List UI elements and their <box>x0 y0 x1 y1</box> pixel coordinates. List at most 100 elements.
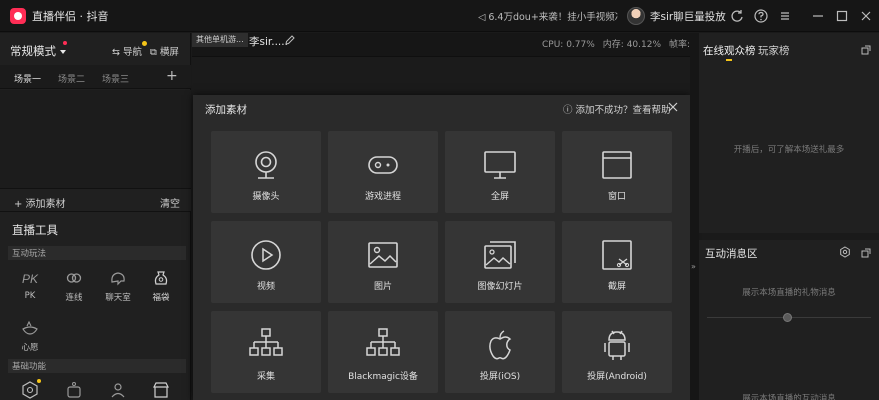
android-icon <box>599 327 635 363</box>
close-window-icon[interactable] <box>858 8 874 24</box>
tab-scene-1[interactable]: 场景一 <box>14 72 41 85</box>
add-source-dialog: 添加素材 ⓘ 添加不成功？查看帮助 摄像头 游戏进程 全屏 窗口 视频 图片 图… <box>193 95 690 400</box>
slider-handle[interactable] <box>783 313 792 322</box>
interaction-messages-panel: 互动消息区 展示本场直播的礼物消息 展示本场直播的互动消息 <box>699 240 879 400</box>
slideshow-icon <box>482 237 518 273</box>
tile-slideshow-label: 图像幻灯片 <box>477 282 523 292</box>
tool-link[interactable]: 连线 <box>56 268 92 308</box>
shop-icon <box>151 380 171 400</box>
tile-screenshot[interactable]: 截屏 <box>562 221 672 303</box>
messages-popout-icon[interactable] <box>861 248 871 258</box>
help-icon[interactable] <box>753 8 769 24</box>
tool-chatroom[interactable]: 聊天室 <box>100 268 136 308</box>
menu-icon[interactable] <box>777 8 793 24</box>
tile-window[interactable]: 窗口 <box>562 131 672 213</box>
room-category-tag[interactable]: 其他单机游... <box>192 33 248 47</box>
tile-image[interactable]: 图片 <box>328 221 438 303</box>
tile-camera[interactable]: 摄像头 <box>211 131 321 213</box>
room-title: 李sir..... <box>249 36 288 48</box>
viewer-ranking-panel: 在线观众榜 玩家榜 开播后，可了解本场送礼最多 <box>699 33 879 233</box>
gift-messages-empty-text: 展示本场直播的礼物消息 <box>742 288 836 298</box>
tool-shop[interactable] <box>143 380 179 400</box>
tile-game-process[interactable]: 游戏进程 <box>328 131 438 213</box>
guide-badge <box>142 41 147 46</box>
tile-blackmagic[interactable]: Blackmagic设备 <box>328 311 438 393</box>
blackmagic-icon <box>365 327 401 363</box>
robot-icon <box>64 380 84 400</box>
tool-user[interactable] <box>100 380 136 400</box>
user-icon <box>108 380 128 400</box>
minimize-icon[interactable] <box>810 8 826 24</box>
add-scene-button[interactable]: + <box>166 68 178 84</box>
tile-capture-label: 采集 <box>256 372 275 382</box>
scene-mode-dropdown[interactable]: 常规模式 <box>10 43 66 59</box>
left-panel: 常规模式 ⇆ 导航 ⧉ 横屏 场景一 场景二 场景三 + + 添加素材 清空 直… <box>0 33 191 400</box>
guide-label: 导航 <box>123 47 143 58</box>
speaker-icon: ◁ <box>478 12 486 23</box>
tool-settings[interactable] <box>12 380 48 400</box>
popout-icon[interactable] <box>861 45 871 55</box>
help-link[interactable]: ⓘ 添加不成功？查看帮助 <box>563 102 671 116</box>
tool-luckybag-label: 福袋 <box>152 293 170 303</box>
clear-button[interactable]: 清空 <box>160 195 180 210</box>
gear-icon[interactable] <box>839 246 851 258</box>
tab-player-ranking[interactable]: 玩家榜 <box>758 43 790 58</box>
close-icon[interactable] <box>667 101 679 113</box>
wish-icon <box>20 318 40 338</box>
tool-wish-label: 心愿 <box>21 343 39 353</box>
chatroom-icon <box>108 268 128 288</box>
tool-wish[interactable]: 心愿 <box>12 318 48 358</box>
user-name[interactable]: 李sir聊巨量投放 <box>650 9 726 24</box>
performance-stats: CPU: 0.77% 内存: 40.12% 帧率:30 <box>542 37 710 50</box>
chevron-down-icon <box>60 49 66 54</box>
lucky-bag-icon <box>151 268 171 288</box>
dialog-title: 添加素材 <box>205 104 247 116</box>
live-tools-title: 直播工具 <box>12 223 58 237</box>
tile-capture[interactable]: 采集 <box>211 311 321 393</box>
section-interactive: 互动玩法 <box>8 246 186 260</box>
maximize-icon[interactable] <box>834 8 850 24</box>
messages-title: 互动消息区 <box>705 248 758 260</box>
svg-text:PK: PK <box>22 272 39 286</box>
section-interactive-label: 互动玩法 <box>12 249 47 259</box>
landscape-button[interactable]: ⧉ 横屏 <box>150 44 179 58</box>
tile-slideshow[interactable]: 图像幻灯片 <box>445 221 555 303</box>
guide-button[interactable]: ⇆ 导航 <box>112 44 142 58</box>
viewers-empty-text: 开播后，可了解本场送礼最多 <box>733 145 845 155</box>
tile-fullscreen-label: 全屏 <box>490 192 509 202</box>
tile-fullscreen[interactable]: 全屏 <box>445 131 555 213</box>
link-icon <box>64 268 84 288</box>
tool-luckybag[interactable]: 福袋 <box>143 268 179 308</box>
refresh-icon[interactable] <box>729 8 745 24</box>
tab-online-viewers[interactable]: 在线观众榜 <box>703 43 756 58</box>
tab-scene-2[interactable]: 场景二 <box>58 72 85 85</box>
add-source-button[interactable]: + 添加素材 <box>14 195 66 210</box>
announcement-ticker[interactable]: ◁ 6.4万dou+来袭！挂小手视频冲... <box>478 9 618 23</box>
pk-icon: PK <box>20 268 40 288</box>
tool-link-label: 连线 <box>65 293 83 303</box>
avatar[interactable] <box>627 7 645 25</box>
tool-settings-badge <box>37 379 41 383</box>
landscape-label: 横屏 <box>159 47 179 58</box>
tile-video[interactable]: 视频 <box>211 221 321 303</box>
app-logo-icon <box>10 7 26 24</box>
image-icon <box>365 237 401 273</box>
tab-scene-3[interactable]: 场景三 <box>102 72 129 85</box>
apple-icon <box>482 327 518 363</box>
tile-android-cast[interactable]: 投屏(Android) <box>562 311 672 393</box>
tile-screenshot-label: 截屏 <box>607 282 626 292</box>
tile-ios-cast[interactable]: 投屏(iOS) <box>445 311 555 393</box>
edit-icon[interactable] <box>284 34 296 46</box>
collapse-arrow-icon[interactable]: » <box>691 262 696 271</box>
switch-icon: ⇆ <box>112 47 120 58</box>
tool-robot[interactable] <box>56 380 92 400</box>
tool-pk[interactable]: PK PK <box>12 268 48 308</box>
room-info-bar: 其他单机游... 李sir..... CPU: 0.77% 内存: 40.12% 帧… <box>192 33 702 57</box>
tile-video-label: 视频 <box>256 282 275 292</box>
tile-image-label: 图片 <box>373 282 392 292</box>
active-tab-indicator <box>726 59 732 61</box>
panel-divider[interactable] <box>690 33 699 400</box>
scene-header: 常规模式 ⇆ 导航 ⧉ 横屏 <box>0 33 191 65</box>
gamepad-icon <box>365 147 401 183</box>
camera-icon <box>248 147 284 183</box>
